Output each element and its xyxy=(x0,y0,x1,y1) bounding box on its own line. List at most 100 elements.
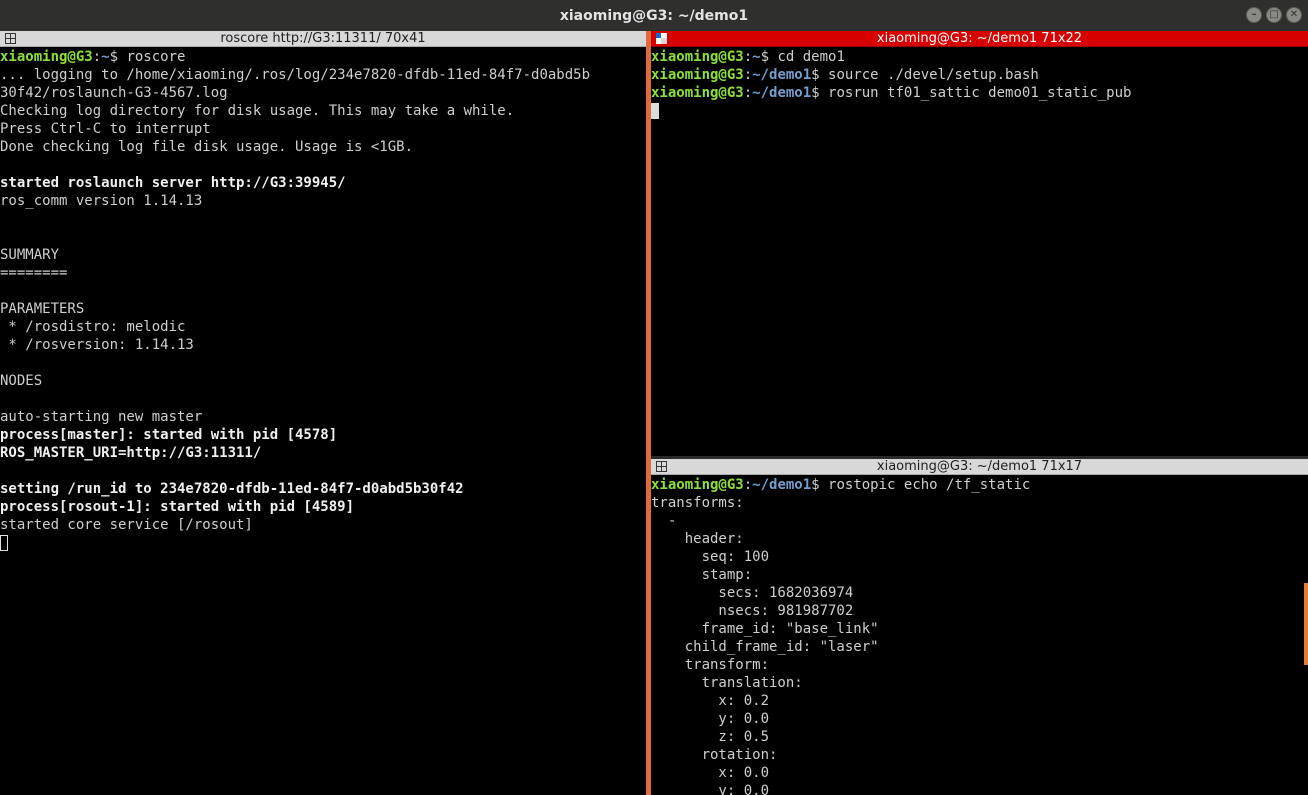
output-text-bold: process[rosout-1]: started with pid [458… xyxy=(0,499,355,515)
terminal-line: PARAMETERS xyxy=(0,300,646,318)
output-text: header: xyxy=(651,531,744,547)
close-icon[interactable]: ✕ xyxy=(1286,7,1302,23)
terminal-line: 30f42/roslaunch-G3-4567.log xyxy=(0,84,646,102)
output-text: Checking log directory for disk usage. T… xyxy=(0,103,515,119)
prompt-user: xiaoming@G3 xyxy=(651,67,744,83)
terminal-line: child_frame_id: "laser" xyxy=(651,638,1308,656)
terminal-line: transforms: xyxy=(651,494,1308,512)
command-text: roscore xyxy=(126,49,186,65)
terminal-line: xiaoming@G3:~$ cd demo1 xyxy=(651,48,1308,66)
pane-title-bottom-right: xiaoming@G3: ~/demo1 71x17 xyxy=(876,459,1083,474)
output-text: Done checking log file disk usage. Usage… xyxy=(0,139,414,155)
pane-title-top-right: xiaoming@G3: ~/demo1 71x22 xyxy=(876,31,1083,46)
prompt-path: ~ xyxy=(101,49,110,65)
terminal-pane-roscore[interactable]: xiaoming@G3:~$ roscore... logging to /ho… xyxy=(0,48,646,795)
pane-title-left: roscore http://G3:11311/ 70x41 xyxy=(220,31,426,46)
terminal-line: started core service [/rosout] xyxy=(0,516,646,534)
terminator-grid-icon[interactable] xyxy=(656,33,667,44)
terminator-grid-icon[interactable] xyxy=(656,461,667,472)
terminator-grid-icon[interactable] xyxy=(5,33,16,44)
pane-titlebar-bottom-right[interactable]: xiaoming@G3: ~/demo1 71x17 xyxy=(651,459,1308,475)
terminal-line: setting /run_id to 234e7820-dfdb-11ed-84… xyxy=(0,480,646,498)
terminal-line: frame_id: "base_link" xyxy=(651,620,1308,638)
output-text: auto-starting new master xyxy=(0,409,203,425)
output-text: started core service [/rosout] xyxy=(0,517,253,533)
command-text: rostopic echo /tf_static xyxy=(828,477,1031,493)
window-titlebar[interactable]: xiaoming@G3: ~/demo1 – □ ✕ xyxy=(0,0,1308,32)
terminal-line: process[master]: started with pid [4578] xyxy=(0,426,646,444)
output-text: seq: 100 xyxy=(651,549,770,565)
output-text-bold: setting /run_id to 234e7820-dfdb-11ed-84… xyxy=(0,481,464,497)
terminal-line: xiaoming@G3:~$ roscore xyxy=(0,48,646,66)
window-title: xiaoming@G3: ~/demo1 xyxy=(559,7,749,24)
prompt-user: xiaoming@G3 xyxy=(651,85,744,101)
terminal-line: process[rosout-1]: started with pid [458… xyxy=(0,498,646,516)
terminal-line: SUMMARY xyxy=(0,246,646,264)
terminal-pane-rostopic[interactable]: xiaoming@G3:~/demo1$ rostopic echo /tf_s… xyxy=(651,476,1308,795)
prompt-separator: : xyxy=(743,67,753,83)
output-text: - xyxy=(651,513,677,529)
pane-titlebar-left[interactable]: roscore http://G3:11311/ 70x41 xyxy=(0,31,646,47)
command-text: source ./devel/setup.bash xyxy=(828,67,1039,83)
terminal-line: * /rosversion: 1.14.13 xyxy=(0,336,646,354)
output-text: frame_id: "base_link" xyxy=(651,621,879,637)
output-text: ... logging to /home/xiaoming/.ros/log/2… xyxy=(0,67,591,83)
pane-titlebar-top-right[interactable]: xiaoming@G3: ~/demo1 71x22 xyxy=(651,31,1308,47)
prompt-symbol: $ xyxy=(811,85,829,101)
prompt-user: xiaoming@G3 xyxy=(651,49,744,65)
output-text: NODES xyxy=(0,373,43,389)
output-text: ros_comm version 1.14.13 xyxy=(0,193,203,209)
minimize-icon[interactable]: – xyxy=(1246,7,1262,23)
prompt-path: ~ xyxy=(752,49,761,65)
scrollbar[interactable] xyxy=(1304,583,1308,665)
terminal-line: rotation: xyxy=(651,746,1308,764)
cursor-line xyxy=(651,102,1308,120)
prompt-separator: : xyxy=(743,49,753,65)
terminal-line: Done checking log file disk usage. Usage… xyxy=(0,138,646,156)
prompt-symbol: $ xyxy=(760,49,778,65)
prompt-separator: : xyxy=(92,49,102,65)
terminal-line: ros_comm version 1.14.13 xyxy=(0,192,646,210)
output-text: stamp: xyxy=(651,567,753,583)
terminal-line: auto-starting new master xyxy=(0,408,646,426)
prompt-user: xiaoming@G3 xyxy=(0,49,93,65)
command-text: rosrun tf01_sattic demo01_static_pub xyxy=(828,85,1132,101)
prompt-symbol: $ xyxy=(109,49,127,65)
output-text: PARAMETERS xyxy=(0,301,85,317)
terminal-line: stamp: xyxy=(651,566,1308,584)
terminal-line: * /rosdistro: melodic xyxy=(0,318,646,336)
output-text-bold: ROS_MASTER_URI=http://G3:11311/ xyxy=(0,445,262,461)
command-text: cd demo1 xyxy=(777,49,845,65)
terminal-line: header: xyxy=(651,530,1308,548)
terminal-line: z: 0.5 xyxy=(651,728,1308,746)
prompt-path: ~/demo1 xyxy=(752,477,812,493)
terminal-line: y: 0.0 xyxy=(651,782,1308,795)
cursor-line xyxy=(0,534,646,552)
terminal-line: xiaoming@G3:~/demo1$ rosrun tf01_sattic … xyxy=(651,84,1308,102)
terminal-line: - xyxy=(651,512,1308,530)
terminal-line: y: 0.0 xyxy=(651,710,1308,728)
output-text: SUMMARY xyxy=(0,247,60,263)
output-text-bold: process[master]: started with pid [4578] xyxy=(0,427,338,443)
terminal-line: x: 0.2 xyxy=(651,692,1308,710)
prompt-path: ~/demo1 xyxy=(752,85,812,101)
text-cursor xyxy=(651,103,659,119)
terminal-line: Checking log directory for disk usage. T… xyxy=(0,102,646,120)
terminal-pane-rosrun[interactable]: xiaoming@G3:~$ cd demo1 xiaoming@G3:~/dem… xyxy=(651,48,1308,456)
prompt-symbol: $ xyxy=(811,67,829,83)
output-text: * /rosversion: 1.14.13 xyxy=(0,337,194,353)
output-text: * /rosdistro: melodic xyxy=(0,319,186,335)
output-text: child_frame_id: "laser" xyxy=(651,639,879,655)
terminal-line: Press Ctrl-C to interrupt xyxy=(0,120,646,138)
text-cursor xyxy=(0,535,8,551)
output-text: y: 0.0 xyxy=(651,711,770,727)
maximize-icon[interactable]: □ xyxy=(1266,7,1282,23)
output-text: translation: xyxy=(651,675,803,691)
prompt-path: ~/demo1 xyxy=(752,67,812,83)
terminal-line: seq: 100 xyxy=(651,548,1308,566)
